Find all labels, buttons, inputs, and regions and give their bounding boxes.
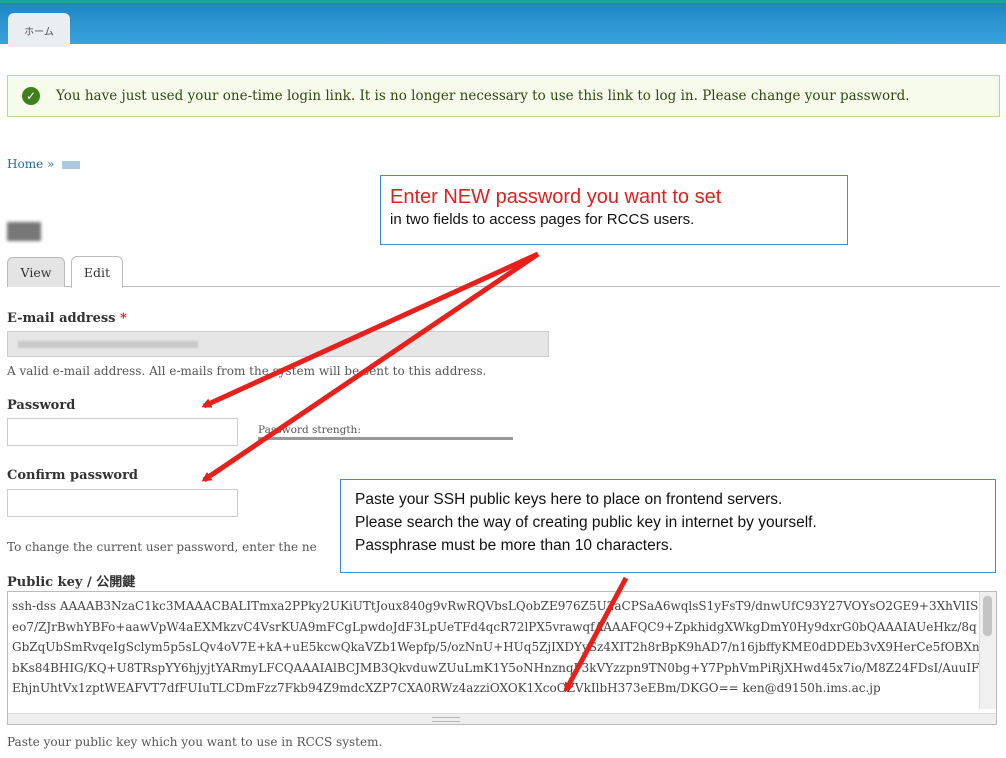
email-label-text: E-mail address	[7, 311, 116, 326]
callout-password: Enter NEW password you want to set in tw…	[380, 175, 848, 245]
callout-key-line3: Passphrase must be more than 10 characte…	[355, 537, 673, 554]
public-key-label: Public key / 公開鍵	[7, 575, 136, 590]
callout-key-line2: Please search the way of creating public…	[355, 514, 817, 531]
grip-icon	[432, 717, 460, 722]
public-key-value: ssh-dss AAAAB3NzaC1kc3MAAACBALITmxa2PPky…	[12, 599, 980, 695]
confirm-password-label: Confirm password	[7, 468, 139, 483]
callout-public-key: Paste your SSH public keys here to place…	[340, 479, 996, 573]
breadcrumb: Home »	[7, 157, 81, 171]
password-change-description: To change the current user password, ent…	[7, 540, 317, 554]
breadcrumb-home-link[interactable]: Home	[7, 157, 43, 171]
confirm-password-field[interactable]	[7, 489, 238, 517]
email-description: A valid e-mail address. All e-mails from…	[7, 364, 487, 378]
callout-key-line1: Paste your SSH public keys here to place…	[355, 491, 783, 508]
callout-password-sub: in two fields to access pages for RCCS u…	[390, 211, 695, 228]
textarea-resize-grip[interactable]	[8, 713, 996, 724]
top-nav-bar: ホーム	[0, 0, 1006, 47]
public-key-description: Paste your public key which you want to …	[7, 735, 383, 749]
required-mark: *	[120, 311, 127, 326]
password-field[interactable]	[7, 418, 238, 446]
password-strength-bar	[258, 437, 513, 440]
callout-password-headline: Enter NEW password you want to set	[390, 186, 722, 208]
tab-edit[interactable]: Edit	[71, 256, 123, 288]
email-field[interactable]	[7, 331, 549, 357]
password-label: Password	[7, 398, 76, 413]
local-tabs: View Edit	[7, 256, 1000, 288]
status-text: You have just used your one-time login l…	[56, 88, 910, 104]
textarea-scrollbar[interactable]	[979, 592, 996, 709]
password-strength-label: Password strength:	[258, 424, 361, 436]
public-key-textarea[interactable]: ssh-dss AAAAB3NzaC1kc3MAAACBALITmxa2PPky…	[7, 591, 997, 725]
breadcrumb-separator: »	[47, 157, 55, 171]
breadcrumb-user-link[interactable]	[62, 160, 81, 169]
tab-view[interactable]: View	[7, 257, 65, 287]
home-tab[interactable]: ホーム	[8, 13, 70, 47]
status-message: ✓ You have just used your one-time login…	[7, 75, 1000, 117]
email-label: E-mail address *	[7, 311, 127, 326]
page-title	[7, 222, 41, 241]
check-icon: ✓	[22, 87, 40, 105]
scrollbar-thumb[interactable]	[983, 596, 992, 636]
email-value	[18, 341, 198, 348]
